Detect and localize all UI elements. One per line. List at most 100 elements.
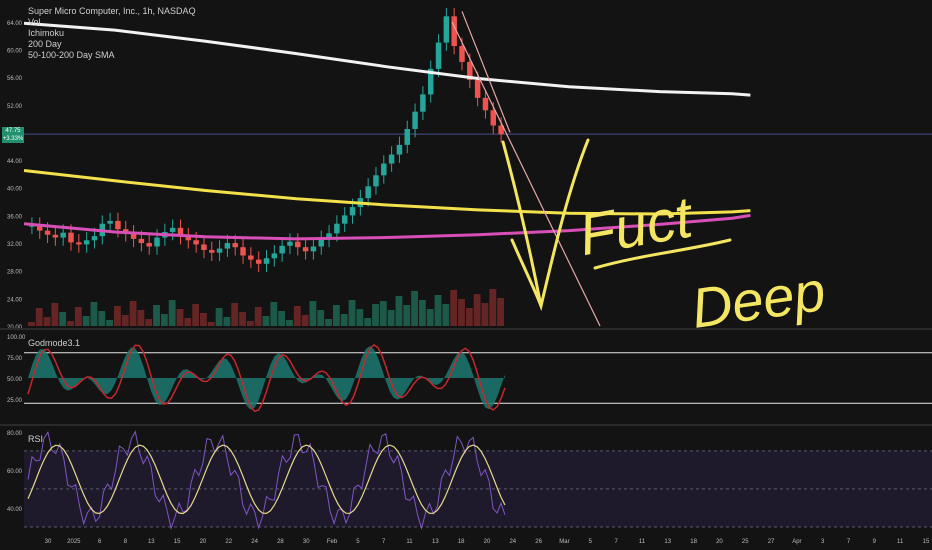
volume-bar [223, 317, 231, 326]
price-tick-label: 60.00 [7, 48, 23, 54]
candle-body [443, 16, 450, 43]
chart-legend: Super Micro Computer, Inc., 1h, NASDAQ V… [28, 6, 196, 61]
candle-body [138, 238, 145, 244]
volume-bar [395, 296, 403, 326]
volume-bar [98, 311, 106, 326]
volume-bar [411, 291, 418, 326]
candle-body [388, 154, 395, 164]
time-tick-label: Feb [327, 539, 338, 545]
godmode-title[interactable]: Godmode3.1 [28, 338, 80, 348]
current-price-change: +3.33% [2, 136, 24, 142]
candle-body [295, 241, 301, 248]
price-tick-label: 64.00 [7, 21, 23, 27]
candle-body [107, 220, 113, 224]
volume-bar [325, 319, 332, 326]
volume-bar [207, 322, 215, 326]
time-tick-label: 15 [923, 539, 930, 545]
volume-bar [184, 318, 192, 326]
rsi-title[interactable]: RSI [28, 434, 43, 444]
volume-bar [286, 320, 293, 326]
volume-bar [278, 311, 286, 326]
candle-body [302, 247, 309, 252]
price-tick-label: 36.00 [7, 214, 23, 220]
time-tick-label: 28 [277, 539, 284, 545]
volume-bar [121, 315, 129, 326]
volume-bar [317, 310, 325, 326]
candle-body [201, 244, 207, 250]
indicator-vol[interactable]: Vol [28, 17, 196, 28]
candle-body [474, 79, 481, 98]
volume-bar [74, 307, 82, 326]
volume-bar [200, 313, 207, 326]
volume-bar [426, 309, 434, 326]
volume-bar [356, 309, 364, 326]
candle-body [349, 207, 356, 216]
volume-bar [332, 305, 340, 326]
time-tick-label: 18 [690, 539, 697, 545]
price-tick-label: 28.00 [7, 270, 23, 276]
volume-bar [168, 300, 176, 326]
symbol-title: Super Micro Computer, Inc., 1h, NASDAQ [28, 6, 196, 16]
indicator-200-day[interactable]: 200 Day [28, 39, 196, 50]
candle-body [287, 241, 293, 246]
candle-body [232, 243, 238, 248]
candle-body [44, 230, 51, 235]
time-tick-label: Mar [559, 539, 569, 545]
time-tick-label: Apr [792, 539, 801, 545]
volume-bar [489, 289, 497, 326]
time-tick-label: 20 [200, 539, 207, 545]
candle-body [115, 220, 121, 230]
time-tick-label: 27 [768, 539, 775, 545]
candle-body [255, 259, 262, 264]
candle-body [169, 227, 176, 232]
time-tick-label: 15 [174, 539, 181, 545]
volume-bar [387, 310, 395, 326]
godmode-tick-label: 75.00 [7, 356, 23, 362]
candle-body [435, 42, 442, 69]
time-tick-label: 18 [458, 539, 465, 545]
indicator-sma[interactable]: 50-100-200 Day SMA [28, 50, 196, 61]
volume-bar [309, 301, 317, 326]
candle-body [216, 248, 223, 253]
price-tick-label: 44.00 [7, 159, 23, 165]
candle-body [459, 46, 465, 62]
price-tick-label: 24.00 [7, 297, 23, 303]
time-tick-label: 11 [639, 539, 646, 545]
time-tick-label: 20 [484, 539, 491, 545]
volume-bar [465, 308, 473, 326]
volume-bar [418, 300, 426, 326]
volume-bar [106, 320, 114, 326]
volume-bar [137, 310, 145, 326]
candle-body [68, 232, 74, 243]
volume-bar [246, 321, 254, 326]
candle-body [193, 240, 199, 245]
candle-body [420, 94, 426, 112]
time-axis: 30 2025 6 8 13 15 20 22 24 28 30 Feb 5 7 11 13 18 20 24 26 M… [45, 539, 930, 545]
price-tick-label: 52.00 [7, 104, 23, 110]
candle-body [209, 249, 215, 253]
price-tick-label: 32.00 [7, 242, 23, 248]
volume-bar [434, 295, 442, 326]
chart-canvas[interactable]: 64.0060.0056.0052.0048.0044.0040.0036.00… [0, 0, 932, 550]
volume-bar [129, 301, 137, 326]
candle-body [91, 236, 98, 241]
volume-bar [497, 298, 504, 326]
volume-bar [262, 316, 270, 326]
volume-bar [270, 302, 278, 326]
time-tick-label: 13 [148, 539, 155, 545]
price-tick-label: 56.00 [7, 76, 23, 82]
candle-body [248, 255, 254, 260]
time-tick-label: 25 [742, 539, 749, 545]
time-tick-label: 20 [716, 539, 723, 545]
current-price-badge: 47.75 +3.33% [2, 127, 24, 143]
godmode-tick-label: 25.00 [7, 398, 23, 404]
candle-body [224, 243, 231, 249]
time-tick-label: 30 [45, 539, 52, 545]
time-tick-label: 24 [251, 539, 258, 545]
indicator-ichimoku[interactable]: Ichimoku [28, 28, 196, 39]
volume-bar [458, 299, 465, 326]
rsi-tick-label: 80.00 [7, 431, 23, 437]
volume-bar [442, 304, 450, 326]
candle-body [83, 240, 90, 245]
volume-bar [153, 305, 160, 326]
